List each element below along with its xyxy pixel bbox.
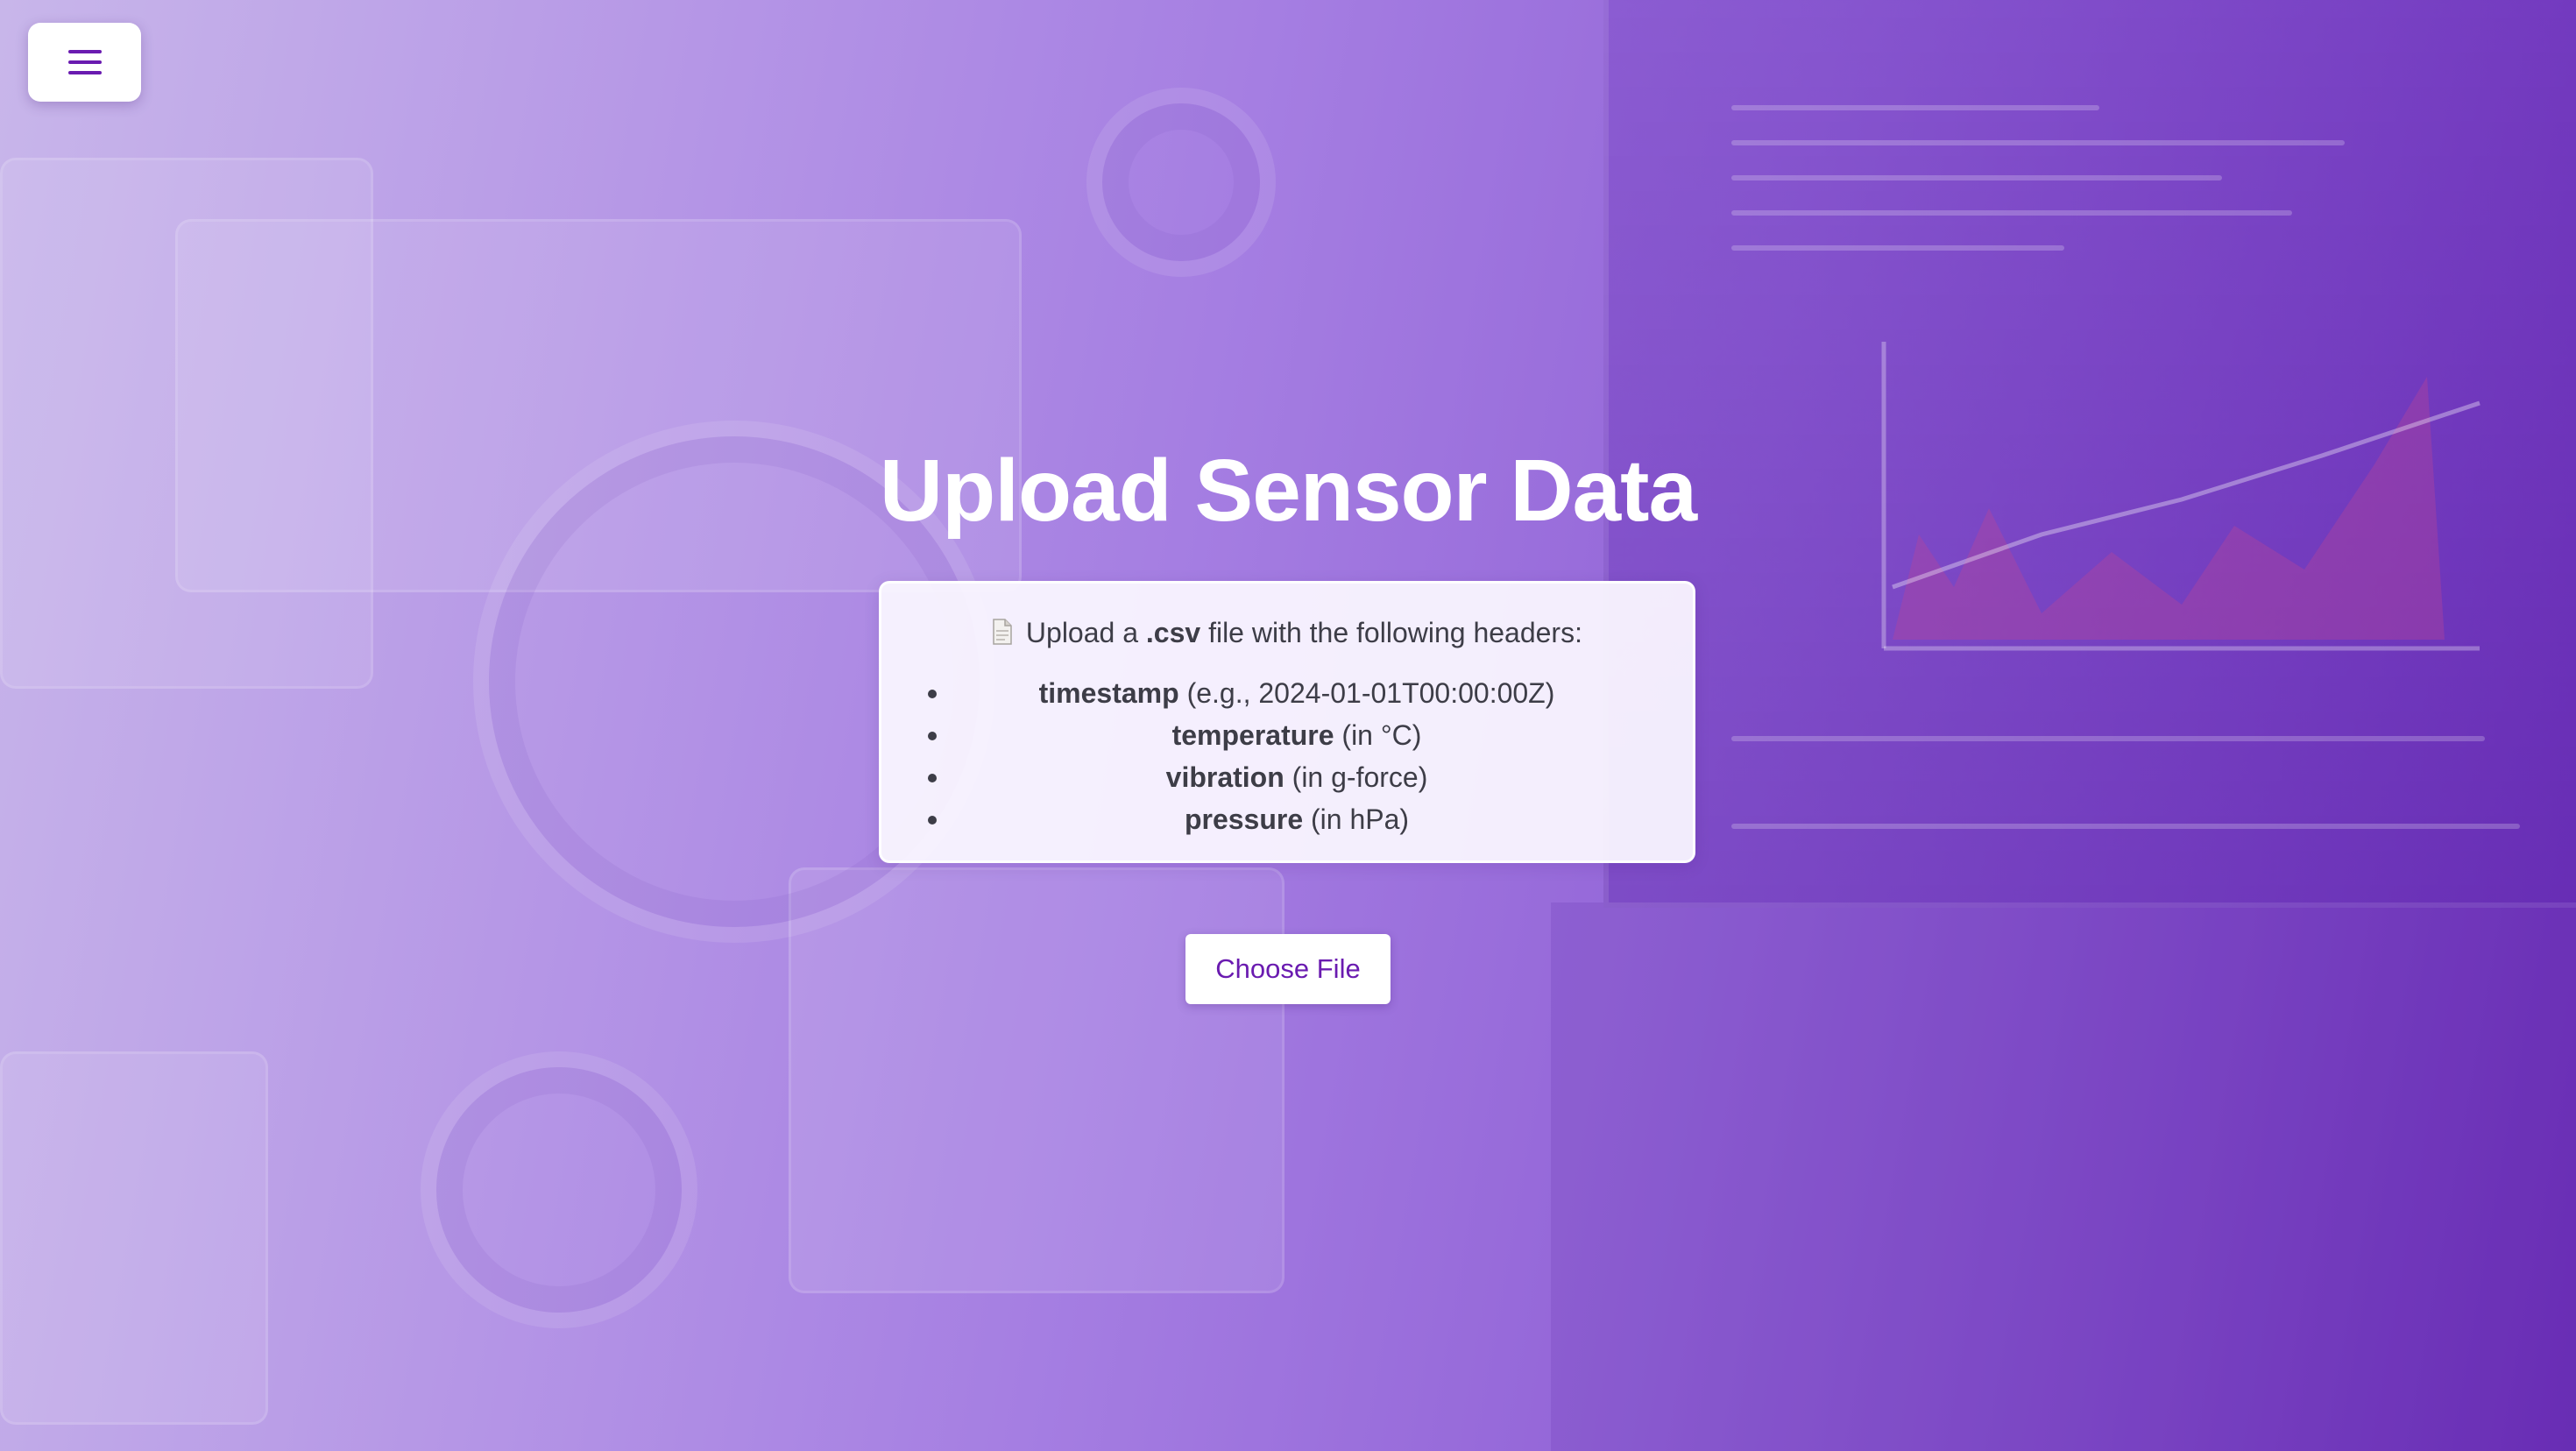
bullet xyxy=(928,732,937,740)
choose-file-button[interactable]: Choose File xyxy=(1185,934,1391,1004)
document-icon xyxy=(993,619,1012,645)
instructions-intro: Upload a .csv file with the following he… xyxy=(881,615,1693,650)
list-item-vibration: vibration (in g-force) xyxy=(881,756,1693,798)
intro-prefix: Upload a xyxy=(1025,617,1138,648)
header-name: pressure xyxy=(1184,803,1304,835)
menu-button[interactable] xyxy=(28,23,141,102)
header-detail: (in °C) xyxy=(1341,719,1422,751)
page-title: Upload Sensor Data xyxy=(879,442,1697,540)
bullet xyxy=(928,816,937,825)
bullet xyxy=(928,690,937,698)
list-item-timestamp: timestamp (e.g., 2024-01-01T00:00:00Z) xyxy=(881,672,1693,714)
headers-list: timestamp (e.g., 2024-01-01T00:00:00Z) t… xyxy=(881,672,1693,840)
instructions-card: Upload a .csv file with the following he… xyxy=(879,581,1695,863)
list-item-pressure: pressure (in hPa) xyxy=(881,798,1693,840)
header-name: vibration xyxy=(1165,761,1284,793)
header-detail: (in g-force) xyxy=(1292,761,1428,793)
header-name: temperature xyxy=(1171,719,1334,751)
header-detail: (in hPa) xyxy=(1311,803,1410,835)
intro-format: .csv xyxy=(1145,617,1201,648)
header-name: timestamp xyxy=(1038,677,1179,709)
list-item-temperature: temperature (in °C) xyxy=(881,714,1693,756)
bullet xyxy=(928,774,937,782)
header-detail: (e.g., 2024-01-01T00:00:00Z) xyxy=(1186,677,1555,709)
intro-suffix: file with the following headers: xyxy=(1208,617,1582,648)
hamburger-menu-icon xyxy=(67,50,102,74)
